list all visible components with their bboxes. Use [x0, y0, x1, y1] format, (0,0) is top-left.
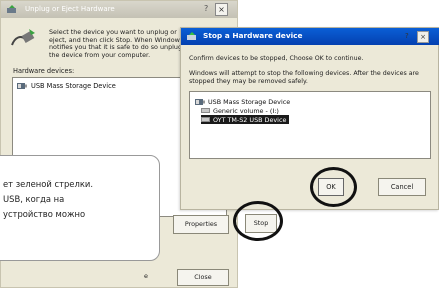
- usb-device-icon: [195, 98, 205, 105]
- stop-close-x-button[interactable]: ×: [417, 31, 429, 43]
- hardware-eject-icon: [187, 32, 196, 40]
- callout-line-3: устройство можно: [3, 209, 86, 219]
- cancel-button[interactable]: Cancel: [378, 178, 426, 196]
- close-button[interactable]: Close: [177, 269, 229, 286]
- unplug-hardware-icon: [11, 29, 35, 46]
- devices-to-stop-list[interactable]: USB Mass Storage Device Generic volume -…: [189, 91, 431, 159]
- attempt-text: Windows will attempt to stop the followi…: [189, 70, 419, 85]
- list-item[interactable]: USB Mass Storage Device: [17, 82, 116, 90]
- unplug-help-button[interactable]: ?: [204, 4, 208, 13]
- device-item-label: USB Mass Storage Device: [208, 97, 291, 106]
- bottom-option-text: e: [144, 272, 148, 280]
- hardware-eject-icon: [7, 5, 16, 13]
- instruction-callout: ет зеленой стрелки. USB, когда на устрой…: [0, 155, 160, 261]
- stop-dialog-titlebar[interactable]: Stop a Hardware device ? ×: [181, 28, 439, 45]
- stop-button-highlight-circle: [233, 201, 283, 241]
- unplug-dialog-titlebar[interactable]: Unplug or Eject Hardware ? ×: [1, 1, 237, 18]
- stop-help-button[interactable]: ?: [405, 32, 409, 40]
- hardware-item-label: USB Mass Storage Device: [31, 82, 116, 90]
- unplug-description: Select the device you want to unplug or …: [49, 28, 184, 59]
- callout-line-2: USB, когда на: [3, 194, 65, 204]
- confirm-text: Confirm devices to be stopped, Choose OK…: [189, 55, 364, 62]
- list-item-selected[interactable]: OYT TM-S2 USB Device: [201, 115, 290, 124]
- hardware-devices-label: Hardware devices:: [13, 67, 75, 75]
- callout-line-1: ет зеленой стрелки.: [3, 179, 93, 189]
- properties-button[interactable]: Properties: [173, 215, 229, 234]
- list-item[interactable]: USB Mass Storage Device: [195, 97, 293, 106]
- device-item-label: OYT TM-S2 USB Device: [213, 115, 287, 124]
- unplug-dialog-title: Unplug or Eject Hardware: [25, 5, 115, 13]
- drive-volume-icon: [201, 117, 210, 122]
- unplug-close-x-button[interactable]: ×: [215, 3, 228, 16]
- stop-dialog-title: Stop a Hardware device: [203, 31, 303, 40]
- list-item[interactable]: Generic volume - (I:): [201, 106, 282, 115]
- device-item-label: Generic volume - (I:): [213, 106, 279, 115]
- drive-volume-icon: [201, 108, 210, 113]
- usb-device-icon: [17, 83, 27, 89]
- ok-button-highlight-circle: [310, 167, 357, 207]
